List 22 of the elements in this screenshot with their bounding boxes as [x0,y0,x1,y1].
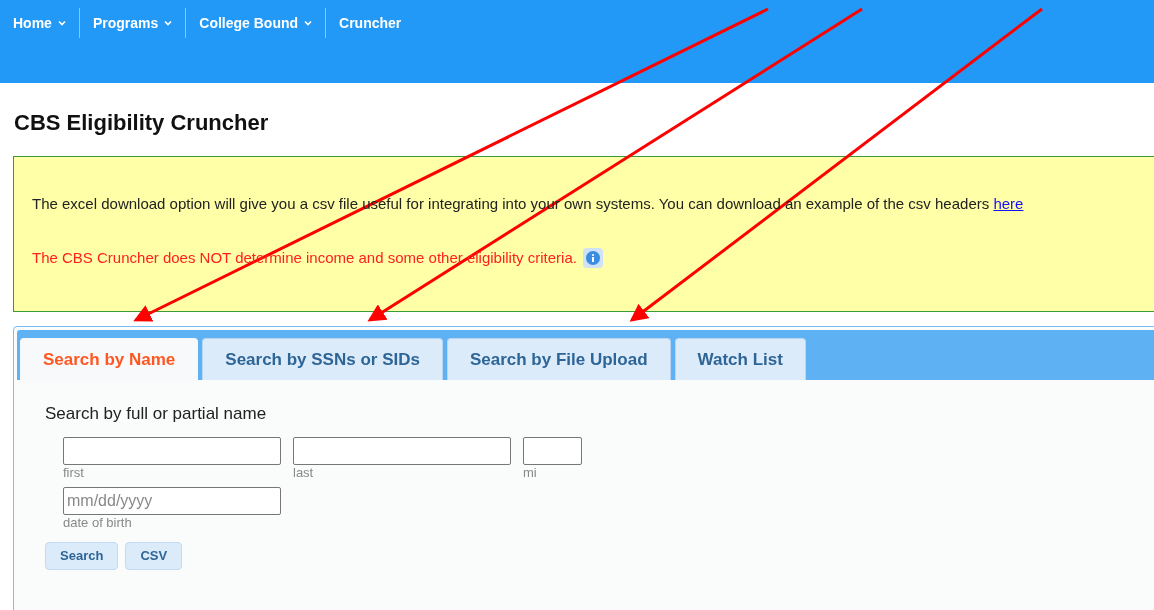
download-link[interactable]: here [993,195,1024,212]
nav-link[interactable]: Programs [79,8,187,38]
name-input[interactable] [63,436,281,465]
name-input[interactable] [293,436,511,465]
date-of-birth-input[interactable]: mm/dd/yyyy [63,486,281,515]
field-label: last [293,464,314,480]
tab[interactable]: Watch List [674,338,806,380]
info-icon[interactable] [582,247,603,268]
form-button[interactable]: CSV [125,541,183,570]
nav-link[interactable]: Cruncher [326,8,415,38]
nav-link[interactable]: Home [0,8,80,38]
field-label: first [63,464,84,480]
field-label: date of birth [63,514,132,530]
field-label: mi [523,464,537,480]
page-title: CBS Eligibility Cruncher [14,109,269,137]
tab[interactable]: Search by Name [20,338,199,381]
nav-link[interactable]: College Bound [186,8,327,38]
tab[interactable]: Search by File Upload [446,338,671,380]
form-button[interactable]: Search [45,541,119,570]
tab[interactable]: Search by SSNs or SIDs [202,338,443,380]
form-heading: Search by full or partial name [45,403,267,425]
name-input[interactable] [523,436,582,465]
